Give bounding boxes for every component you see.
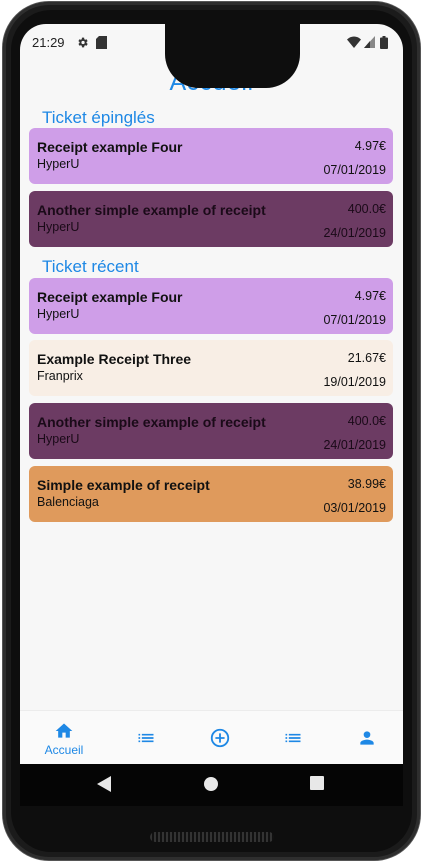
list-icon — [138, 733, 154, 743]
person-icon — [360, 731, 374, 745]
wifi-icon — [347, 36, 361, 48]
ticket-amount: 4.97€ — [354, 289, 386, 303]
ticket-name: Example Receipt Three — [37, 351, 192, 367]
ticket-date: 24/01/2019 — [323, 438, 386, 452]
ticket-shop: Balenciaga — [37, 495, 99, 509]
ticket-name: Receipt example Four — [37, 289, 183, 305]
ticket-date: 19/01/2019 — [323, 375, 386, 389]
recent-section-heading: Ticket récent — [42, 257, 139, 276]
ticket-name: Simple example of receipt — [37, 477, 210, 493]
ticket-amount: 400.0€ — [347, 202, 386, 216]
cell-signal-icon — [364, 36, 375, 48]
add-circle-icon — [210, 728, 230, 748]
ticket-date: 07/01/2019 — [323, 163, 386, 177]
nav-list-2[interactable] — [255, 711, 331, 765]
pinned-ticket-card[interactable]: Receipt example Four HyperU 4.97€ 07/01/… — [29, 128, 393, 184]
recent-ticket-card[interactable]: Simple example of receipt Balenciaga 38.… — [29, 466, 393, 522]
nav-add[interactable] — [181, 711, 257, 765]
ticket-shop: HyperU — [37, 307, 80, 321]
status-time: 21:29 — [32, 35, 65, 50]
ticket-shop: HyperU — [37, 220, 80, 234]
bottom-speaker — [150, 832, 274, 842]
pinned-ticket-card[interactable]: Another simple example of receipt HyperU… — [29, 191, 393, 247]
screen: 21:29 Accueil Ticket épinglés Receipt ex… — [20, 24, 403, 806]
nav-list-1[interactable] — [108, 711, 184, 765]
battery-icon — [380, 36, 388, 49]
recent-ticket-card[interactable]: Receipt example Four HyperU 4.97€ 07/01/… — [29, 278, 393, 334]
home-icon — [55, 723, 73, 738]
ticket-amount: 400.0€ — [347, 414, 386, 428]
ticket-amount: 21.67€ — [347, 351, 386, 365]
pinned-section-heading: Ticket épinglés — [42, 108, 155, 127]
list-icon — [285, 733, 301, 743]
ticket-shop: HyperU — [37, 432, 80, 446]
recent-ticket-card[interactable]: Another simple example of receipt HyperU… — [29, 403, 393, 459]
recents-icon[interactable] — [310, 776, 325, 791]
ticket-shop: HyperU — [37, 157, 80, 171]
ticket-name: Another simple example of receipt — [37, 414, 266, 430]
ticket-date: 07/01/2019 — [323, 313, 386, 327]
ticket-amount: 4.97€ — [354, 139, 386, 153]
nav-profile[interactable] — [329, 711, 403, 765]
ticket-date: 24/01/2019 — [323, 226, 386, 240]
sd-card-icon — [96, 36, 107, 49]
ticket-name: Another simple example of receipt — [37, 202, 266, 218]
ticket-name: Receipt example Four — [37, 139, 183, 155]
ticket-date: 03/01/2019 — [323, 501, 386, 515]
ticket-amount: 38.99€ — [347, 477, 386, 491]
bottom-navigation: Accueil — [20, 710, 403, 765]
nav-home[interactable]: Accueil — [26, 711, 102, 765]
home-button-icon[interactable] — [203, 776, 219, 792]
settings-gear-icon — [78, 37, 88, 48]
nav-home-label: Accueil — [44, 743, 84, 757]
display-notch — [165, 24, 300, 88]
recent-ticket-card[interactable]: Example Receipt Three Franprix 21.67€ 19… — [29, 340, 393, 396]
ticket-shop: Franprix — [37, 369, 83, 383]
system-navigation-bar — [20, 764, 403, 806]
back-icon[interactable] — [97, 776, 111, 792]
